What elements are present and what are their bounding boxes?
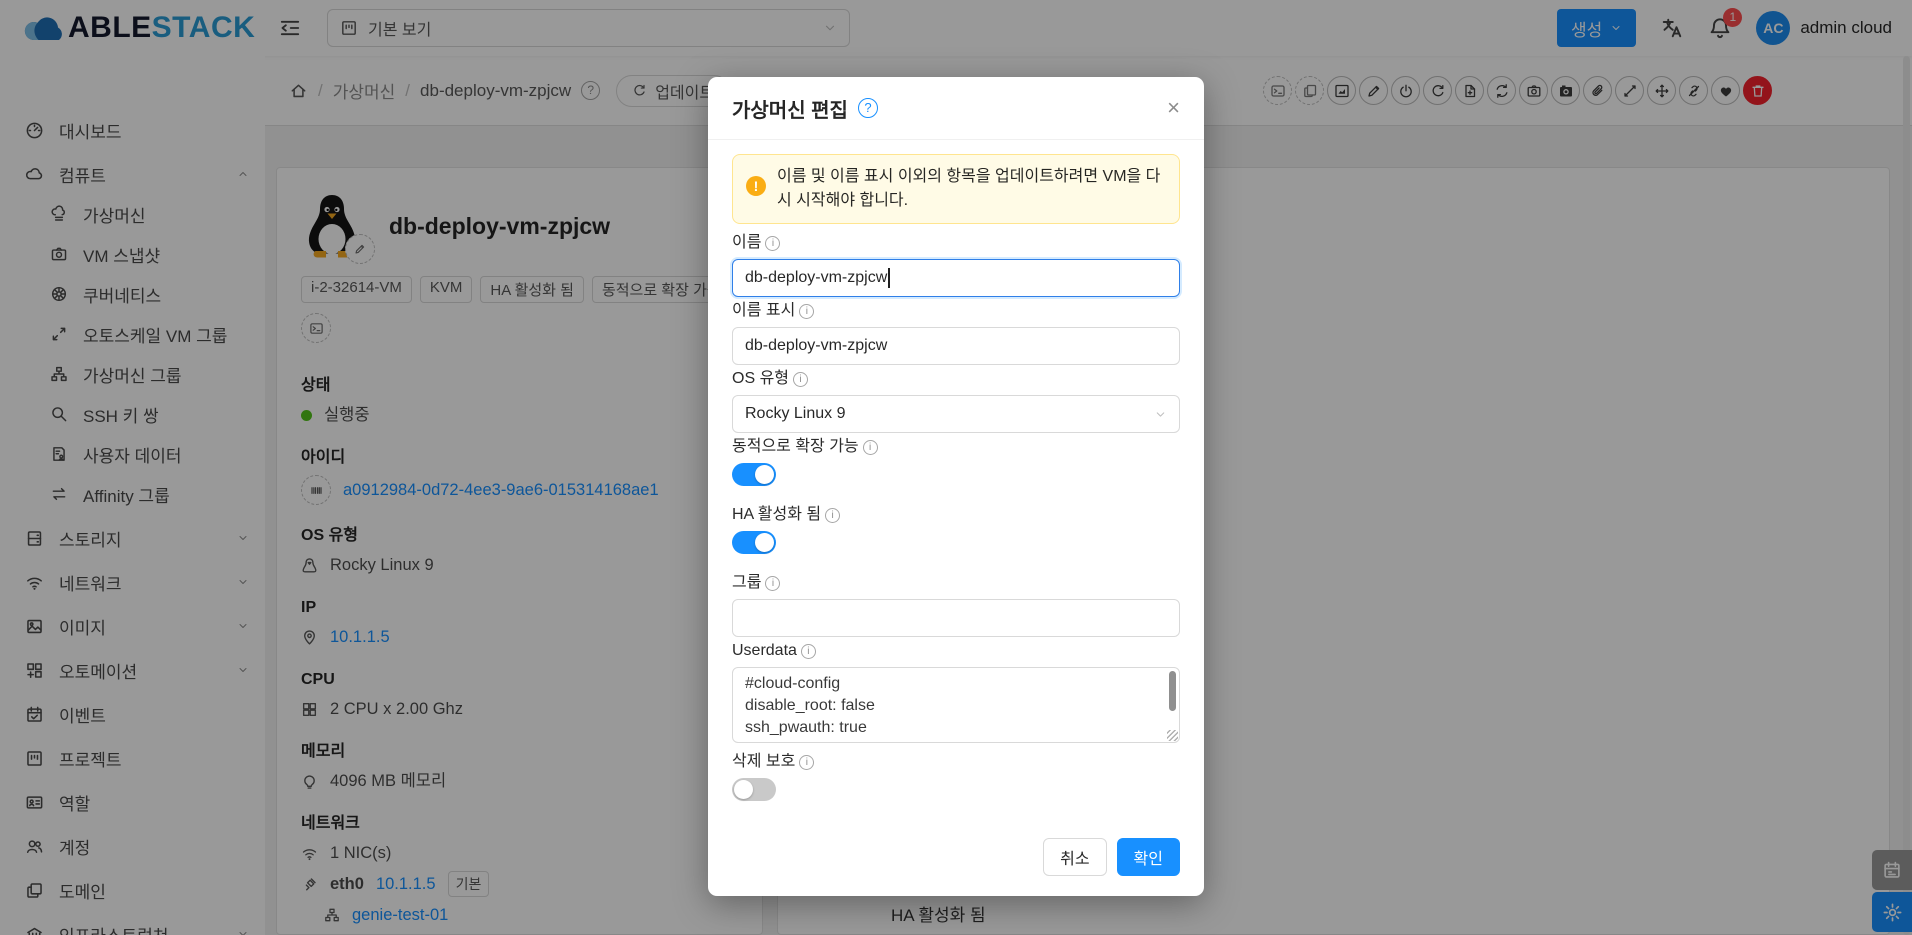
modal-body: ! 이름 및 이름 표시 이외의 항목을 업데이트하려면 VM을 다시 시작해야…	[708, 140, 1204, 838]
name-input[interactable]: db-deploy-vm-zpjcw	[732, 259, 1180, 297]
chevron-down-icon	[1154, 408, 1167, 421]
delete-protection-toggle[interactable]	[732, 778, 776, 801]
exclamation-circle-icon: !	[746, 176, 766, 196]
info-icon[interactable]: i	[765, 575, 781, 591]
edit-vm-modal: 가상머신 편집 ? × ! 이름 및 이름 표시 이외의 항목을 업데이트하려면…	[708, 77, 1204, 896]
form-item-os-type: OS 유형 i Rocky Linux 9	[732, 368, 1180, 433]
form-item-userdata: Userdata i #cloud-config disable_root: fa…	[732, 640, 1180, 743]
info-icon[interactable]: i	[825, 507, 841, 523]
ha-toggle[interactable]	[732, 531, 776, 554]
info-icon[interactable]: i	[862, 439, 878, 455]
info-icon[interactable]: i	[799, 303, 815, 319]
form-item-group: 그룹 i	[732, 572, 1180, 640]
cancel-button[interactable]: 취소	[1043, 838, 1107, 876]
userdata-textarea[interactable]: #cloud-config disable_root: false ssh_pw…	[732, 667, 1180, 743]
modal-title: 가상머신 편집	[732, 99, 848, 122]
info-icon[interactable]: i	[793, 371, 809, 387]
resize-handle[interactable]	[1167, 730, 1178, 741]
os-type-select[interactable]: Rocky Linux 9	[732, 395, 1180, 433]
info-icon[interactable]: i	[800, 643, 816, 659]
group-input[interactable]	[732, 599, 1180, 637]
form-item-name: 이름 i db-deploy-vm-zpjcw	[732, 232, 1180, 297]
info-icon[interactable]: i	[799, 754, 815, 770]
dynamic-scalable-toggle[interactable]	[732, 463, 776, 486]
warning-alert: ! 이름 및 이름 표시 이외의 항목을 업데이트하려면 VM을 다시 시작해야…	[732, 154, 1180, 224]
help-icon[interactable]: ?	[857, 98, 878, 118]
textarea-scrollbar[interactable]	[1169, 671, 1176, 711]
form-item-ha: HA 활성화 됨i	[732, 504, 1180, 554]
form-item-dynamic-scalable: 동적으로 확장 가능 i	[732, 436, 1180, 486]
modal-header: 가상머신 편집 ? ×	[708, 77, 1204, 140]
info-icon[interactable]: i	[765, 235, 781, 251]
warning-text: 이름 및 이름 표시 이외의 항목을 업데이트하려면 VM을 다시 시작해야 합…	[777, 168, 1161, 209]
form-item-display-name: 이름 표시 i	[732, 300, 1180, 368]
close-icon[interactable]: ×	[1167, 97, 1180, 119]
text-cursor	[888, 268, 890, 288]
display-name-input[interactable]	[732, 327, 1180, 365]
modal-footer: 취소 확인	[708, 838, 1204, 896]
form-item-delete-protection: 삭제 보호 i	[732, 751, 1180, 801]
ok-button[interactable]: 확인	[1116, 838, 1180, 876]
